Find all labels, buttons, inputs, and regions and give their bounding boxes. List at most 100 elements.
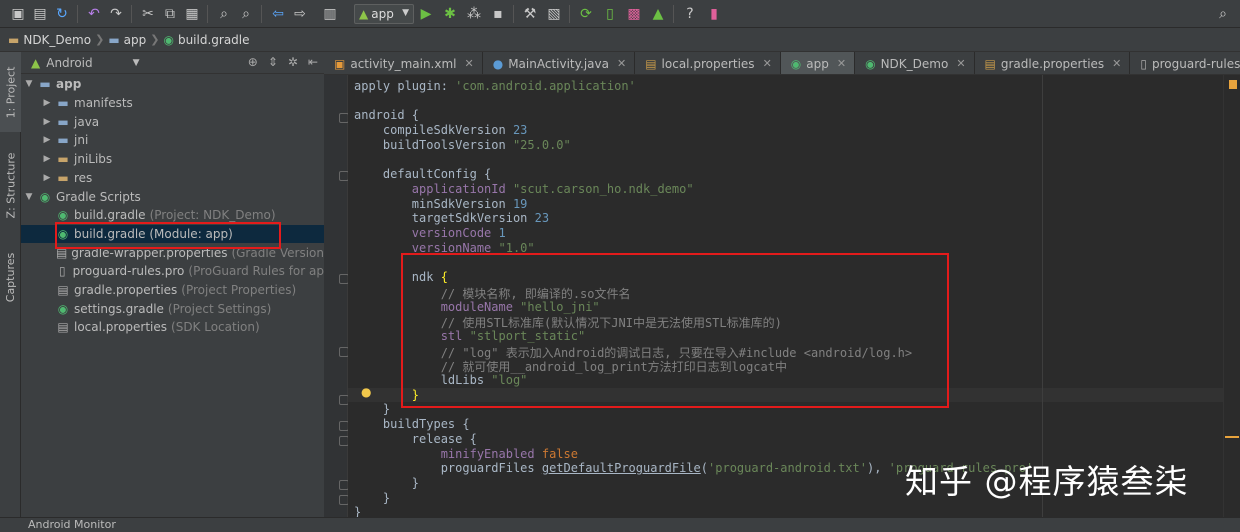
code-line: }: [354, 490, 391, 505]
close-icon[interactable]: ✕: [763, 57, 772, 70]
editor-scrollbar[interactable]: [1223, 75, 1240, 520]
collapsed-arrow-icon[interactable]: ▶: [41, 117, 53, 127]
copy-icon[interactable]: ⧉: [160, 4, 180, 24]
close-icon[interactable]: ✕: [617, 57, 626, 70]
collapsed-arrow-icon[interactable]: ▶: [41, 173, 53, 183]
expanded-arrow-icon[interactable]: ▼: [23, 192, 35, 202]
module-folder-icon: ▬: [108, 32, 120, 47]
tab-app[interactable]: ◉ app ✕: [780, 52, 856, 74]
search-everywhere-icon[interactable]: ⌕: [1213, 4, 1233, 24]
stop-icon[interactable]: ▪: [488, 4, 508, 24]
tab-project[interactable]: 1: Project: [0, 52, 21, 132]
cut-icon[interactable]: ✂: [138, 4, 158, 24]
hide-panel-icon[interactable]: ⇤: [308, 55, 318, 69]
paste-icon[interactable]: ▦: [182, 4, 202, 24]
warning-marker-icon[interactable]: [1229, 80, 1237, 89]
close-icon[interactable]: ✕: [956, 57, 965, 70]
code-line: compileSdkVersion 23: [354, 123, 528, 138]
folder-icon: ▬: [57, 170, 69, 185]
open-folder-icon[interactable]: ▣: [8, 4, 28, 24]
make-project-icon[interactable]: ▥: [320, 4, 340, 24]
toolbar-separator: [131, 5, 132, 23]
properties-file-icon: ▤: [984, 56, 996, 71]
breadcrumb-label: NDK_Demo: [23, 32, 92, 47]
tab-structure[interactable]: Z: Structure: [0, 140, 21, 230]
android-monitor-bar[interactable]: Android Monitor: [0, 517, 1240, 532]
tree-item-jnilibs[interactable]: ▶ ▬ jniLibs: [21, 150, 324, 169]
gradle-icon: ◉: [163, 32, 174, 47]
collapsed-arrow-icon[interactable]: ▶: [41, 98, 53, 108]
chevron-down-icon[interactable]: ▼: [133, 58, 140, 68]
sync-gradle-icon[interactable]: ⟳: [576, 4, 596, 24]
tree-item-app[interactable]: ▼ ▬ app: [21, 75, 324, 94]
replace-icon[interactable]: ⌕: [236, 4, 256, 24]
find-icon[interactable]: ⌕: [214, 4, 234, 24]
run-icon[interactable]: ▶: [416, 4, 436, 24]
close-icon[interactable]: ✕: [837, 57, 846, 70]
breadcrumb-project[interactable]: ▬ NDK_Demo ❯: [8, 33, 104, 47]
breadcrumb-module[interactable]: ▬ app ❯: [108, 33, 159, 47]
android-monitor-icon[interactable]: ▮: [704, 4, 724, 24]
gear-icon[interactable]: ✲: [288, 55, 298, 69]
tree-item-java[interactable]: ▶ ▬ java: [21, 112, 324, 131]
tree-item-settings-gradle[interactable]: ◉ settings.gradle (Project Settings): [21, 299, 324, 318]
undo-icon[interactable]: ↶: [84, 4, 104, 24]
sdk-manager-icon[interactable]: ▧: [544, 4, 564, 24]
text-file-icon: ▯: [1140, 56, 1147, 71]
close-icon[interactable]: ✕: [465, 57, 474, 70]
gradle-icon: ◉: [57, 301, 69, 316]
tab-gradle-properties[interactable]: ▤ gradle.properties ✕: [975, 52, 1131, 74]
device-monitor-icon[interactable]: ▩: [624, 4, 644, 24]
run-config-select[interactable]: ▲ app ▼: [354, 4, 414, 24]
tab-local-properties[interactable]: ▤ local.properties ✕: [635, 52, 781, 74]
breadcrumb-file[interactable]: ◉ build.gradle: [163, 33, 249, 47]
properties-file-icon: ▤: [57, 283, 69, 298]
close-icon[interactable]: ✕: [1112, 57, 1121, 70]
android-sdk-icon[interactable]: ▲: [648, 4, 668, 24]
properties-file-icon: ▤: [57, 320, 69, 335]
tab-main-activity-java[interactable]: ● MainActivity.java ✕: [483, 52, 636, 74]
chevron-down-icon: ▼: [402, 8, 409, 18]
breadcrumb-label: app: [123, 32, 147, 47]
gradle-icon: ◉: [790, 56, 802, 71]
sync-icon[interactable]: ↻: [52, 4, 72, 24]
code-line: buildTypes {: [354, 417, 470, 432]
chevron-right-icon: ❯: [150, 33, 160, 46]
project-structure-icon[interactable]: ⚒: [520, 4, 540, 24]
scroll-from-source-icon[interactable]: ⊕: [248, 55, 258, 69]
tab-ndk-demo[interactable]: ◉ NDK_Demo ✕: [855, 52, 975, 74]
avd-manager-icon[interactable]: ▯: [600, 4, 620, 24]
tree-item-manifests[interactable]: ▶ ▬ manifests: [21, 94, 324, 113]
tree-item-gradle-scripts[interactable]: ▼ ◉ Gradle Scripts: [21, 187, 324, 206]
collapsed-arrow-icon[interactable]: ▶: [41, 135, 53, 145]
tree-item-local-properties[interactable]: ▤ local.properties (SDK Location): [21, 318, 324, 337]
project-view-select[interactable]: Android: [46, 56, 92, 70]
help-icon[interactable]: ?: [680, 4, 700, 24]
redo-icon[interactable]: ↷: [106, 4, 126, 24]
folder-icon: ▬: [57, 152, 69, 167]
debug-icon[interactable]: ✱: [440, 4, 460, 24]
collapsed-arrow-icon[interactable]: ▶: [41, 154, 53, 164]
error-stripe-marker[interactable]: [1225, 436, 1239, 438]
back-icon[interactable]: ⇦: [268, 4, 288, 24]
tab-captures[interactable]: Captures: [0, 242, 21, 312]
save-all-icon[interactable]: ▤: [30, 4, 50, 24]
tree-item-jni[interactable]: ▶ ▬ jni: [21, 131, 324, 150]
tree-item-proguard-rules[interactable]: ▯ proguard-rules.pro (ProGuard Rules for…: [21, 262, 324, 281]
tab-activity-main-xml[interactable]: ▣ activity_main.xml ✕: [324, 52, 483, 74]
tree-item-gradle-properties[interactable]: ▤ gradle.properties (Project Properties): [21, 281, 324, 300]
editor-tabs: ▣ activity_main.xml ✕ ● MainActivity.jav…: [324, 52, 1240, 75]
chevron-right-icon: ❯: [95, 33, 105, 46]
collapse-all-icon[interactable]: ⇕: [268, 55, 278, 69]
android-icon: ▲: [359, 7, 369, 21]
lightbulb-icon[interactable]: ●: [361, 385, 371, 399]
code-line: }: [354, 475, 420, 490]
tab-proguard-rules[interactable]: ▯ proguard-rules.pro ✕: [1130, 52, 1240, 74]
tree-item-res[interactable]: ▶ ▬ res: [21, 169, 324, 188]
attach-debugger-icon[interactable]: ⁂: [464, 4, 484, 24]
folder-icon: ▬: [57, 114, 69, 129]
toolbar-separator: [77, 5, 78, 23]
forward-icon[interactable]: ⇨: [290, 4, 310, 24]
folder-icon: ▬: [57, 96, 69, 111]
expanded-arrow-icon[interactable]: ▼: [23, 79, 35, 89]
